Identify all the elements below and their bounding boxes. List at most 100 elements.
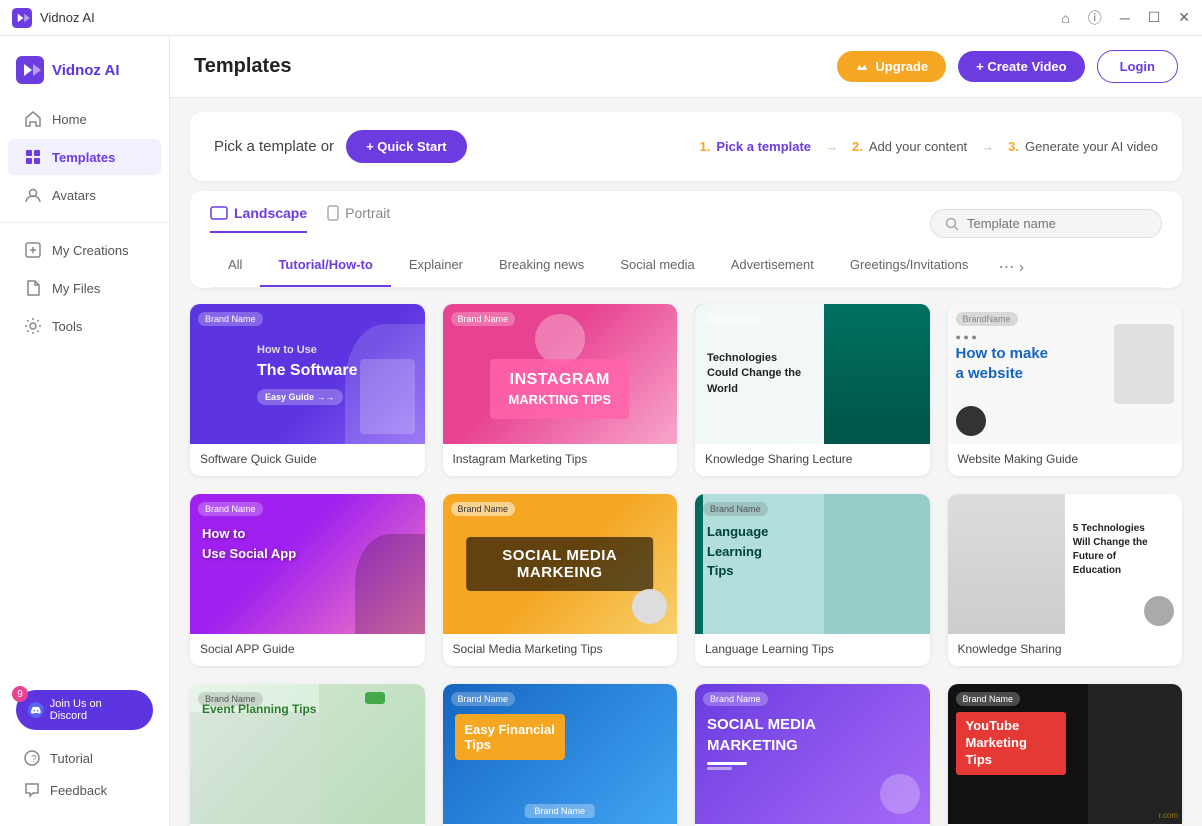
template-label-8: Knowledge Sharing	[948, 634, 1183, 666]
minimize-btn[interactable]: ─	[1120, 10, 1130, 26]
cat-tab-explainer[interactable]: Explainer	[391, 247, 481, 287]
svg-text:?: ?	[31, 754, 37, 765]
template-card-5[interactable]: Brand Name How toUse Social App Social A…	[190, 494, 425, 666]
feedback-label: Feedback	[50, 783, 107, 798]
category-tabs: All Tutorial/How-to Explainer Breaking n…	[210, 247, 1162, 288]
template-label-1: Software Quick Guide	[190, 444, 425, 476]
discord-badge: 9	[12, 686, 28, 702]
template-thumb-9: Brand Name Event Planning Tips	[190, 684, 425, 824]
thumb-text-2: INSTAGRAM MARKTING TIPS	[490, 359, 629, 420]
sidebar-item-home[interactable]: Home	[8, 101, 161, 137]
template-card-4[interactable]: BrandName ● ● ● How to makea website Web…	[948, 304, 1183, 476]
search-input[interactable]	[967, 216, 1147, 231]
crown-icon	[855, 60, 869, 74]
quickstart-label: + Quick Start	[366, 139, 447, 154]
template-thumb-8: Brand Name 5 TechnologiesWill Change the…	[948, 494, 1183, 634]
sidebar-logo: Vidnoz AI	[0, 48, 169, 100]
templates-grid: Brand Name How to Use The Software Easy …	[170, 288, 1202, 826]
sidebar-item-tools[interactable]: Tools	[8, 308, 161, 344]
template-card-3[interactable]: Brand Name TechnologiesCould Change theW…	[695, 304, 930, 476]
avatars-icon	[24, 186, 42, 204]
step3-num: 3.	[1008, 139, 1019, 154]
tabs-area: Landscape Portrait All Tutorial/How-to E…	[190, 191, 1182, 288]
cat-tab-breaking[interactable]: Breaking news	[481, 247, 602, 287]
template-label-3: Knowledge Sharing Lecture	[695, 444, 930, 476]
template-card-10[interactable]: Brand Name Easy FinancialTips Brand Name…	[443, 684, 678, 826]
template-thumb-3: Brand Name TechnologiesCould Change theW…	[695, 304, 930, 444]
maximize-btn[interactable]: ☐	[1148, 9, 1161, 26]
cat-tab-tutorial[interactable]: Tutorial/How-to	[260, 247, 390, 287]
template-card-1[interactable]: Brand Name How to Use The Software Easy …	[190, 304, 425, 476]
sidebar-item-avatars-label: Avatars	[52, 188, 96, 203]
tutorial-icon: ?	[24, 750, 40, 766]
search-box[interactable]	[930, 209, 1162, 238]
cat-tab-all[interactable]: All	[210, 247, 260, 287]
cat-tab-social[interactable]: Social media	[602, 247, 712, 287]
discord-button[interactable]: 9 Join Us on Discord	[16, 690, 153, 730]
orientation-tabs: Landscape Portrait	[210, 205, 390, 233]
step3-text: Generate your AI video	[1025, 139, 1158, 154]
login-label: Login	[1120, 59, 1155, 74]
cat-tab-greetings[interactable]: Greetings/Invitations	[832, 247, 987, 287]
template-card-12[interactable]: Brand Name YouTubeMarketing Tips r.com Y…	[948, 684, 1183, 826]
portrait-tab[interactable]: Portrait	[327, 205, 390, 233]
sidebar-item-templates-label: Templates	[52, 150, 115, 165]
template-card-9[interactable]: Brand Name Event Planning Tips Event Pla…	[190, 684, 425, 826]
landscape-icon	[210, 206, 228, 220]
template-card-7[interactable]: Brand Name LanguageLearningTips Language…	[695, 494, 930, 666]
tools-icon	[24, 317, 42, 335]
template-card-8[interactable]: Brand Name 5 TechnologiesWill Change the…	[948, 494, 1183, 666]
sidebar-item-templates[interactable]: Templates	[8, 139, 161, 175]
template-thumb-6: Brand Name SOCIAL MEDIAMARKEING	[443, 494, 678, 634]
sidebar-item-avatars[interactable]: Avatars	[8, 177, 161, 213]
sidebar-item-creations-label: My Creations	[52, 243, 129, 258]
tutorial-label: Tutorial	[50, 751, 93, 766]
template-thumb-11: Brand Name SOCIAL MEDIAMARKETING	[695, 684, 930, 824]
info-titlebar-btn[interactable]: ⓘ	[1088, 8, 1102, 28]
content-header: Templates Upgrade + Create Video Login	[170, 36, 1202, 98]
template-thumb-5: Brand Name How toUse Social App	[190, 494, 425, 634]
titlebar-left: Vidnoz AI	[12, 8, 95, 28]
template-card-6[interactable]: Brand Name SOCIAL MEDIAMARKEING Social M…	[443, 494, 678, 666]
sidebar-item-feedback[interactable]: Feedback	[8, 774, 161, 806]
sidebar-bottom: 9 Join Us on Discord ? Tutorial Feedback	[0, 678, 169, 814]
template-card-2[interactable]: Brand Name INSTAGRAM MARKTING TIPS Insta…	[443, 304, 678, 476]
step-sep-1: →	[825, 139, 838, 154]
template-label-5: Social APP Guide	[190, 634, 425, 666]
portrait-label: Portrait	[345, 205, 390, 221]
create-video-button[interactable]: + Create Video	[958, 51, 1084, 82]
cat-more-btn[interactable]: ⋯ ›	[986, 247, 1036, 287]
template-thumb-1: Brand Name How to Use The Software Easy …	[190, 304, 425, 444]
titlebar-controls: ⌂ ⓘ ─ ☐ ✕	[1061, 8, 1190, 28]
step-sep-2: →	[981, 139, 994, 154]
discord-label: Join Us on Discord	[50, 698, 141, 722]
brand-badge-10: Brand Name	[451, 692, 516, 706]
page-title: Templates	[194, 55, 291, 78]
login-button[interactable]: Login	[1097, 50, 1178, 83]
sidebar-item-files-label: My Files	[52, 281, 100, 296]
brand-badge-5: Brand Name	[198, 502, 263, 516]
titlebar: Vidnoz AI ⌂ ⓘ ─ ☐ ✕	[0, 0, 1202, 36]
template-card-11[interactable]: Brand Name SOCIAL MEDIAMARKETING Purple …	[695, 684, 930, 826]
brand-badge-12: Brand Name	[956, 692, 1021, 706]
sidebar-item-home-label: Home	[52, 112, 87, 127]
banner-steps: 1. Pick a template → 2. Add your content…	[700, 139, 1158, 154]
thumb-text-1: How to Use The Software Easy Guide →→	[245, 335, 369, 413]
sidebar-item-tools-label: Tools	[52, 319, 82, 334]
files-icon	[24, 279, 42, 297]
feedback-icon	[24, 782, 40, 798]
close-btn[interactable]: ✕	[1178, 9, 1190, 26]
cat-tab-advertisement[interactable]: Advertisement	[713, 247, 832, 287]
template-thumb-7: Brand Name LanguageLearningTips	[695, 494, 930, 634]
sidebar-item-my-files[interactable]: My Files	[8, 270, 161, 306]
portrait-icon	[327, 205, 339, 221]
sidebar-logo-icon	[16, 56, 44, 84]
template-thumb-12: Brand Name YouTubeMarketing Tips r.com	[948, 684, 1183, 824]
brand-badge-6: Brand Name	[451, 502, 516, 516]
sidebar-item-my-creations[interactable]: My Creations	[8, 232, 161, 268]
sidebar-item-tutorial[interactable]: ? Tutorial	[8, 742, 161, 774]
quickstart-button[interactable]: + Quick Start	[346, 130, 467, 163]
upgrade-button[interactable]: Upgrade	[837, 51, 946, 82]
home-titlebar-btn[interactable]: ⌂	[1061, 10, 1069, 26]
landscape-tab[interactable]: Landscape	[210, 205, 307, 233]
